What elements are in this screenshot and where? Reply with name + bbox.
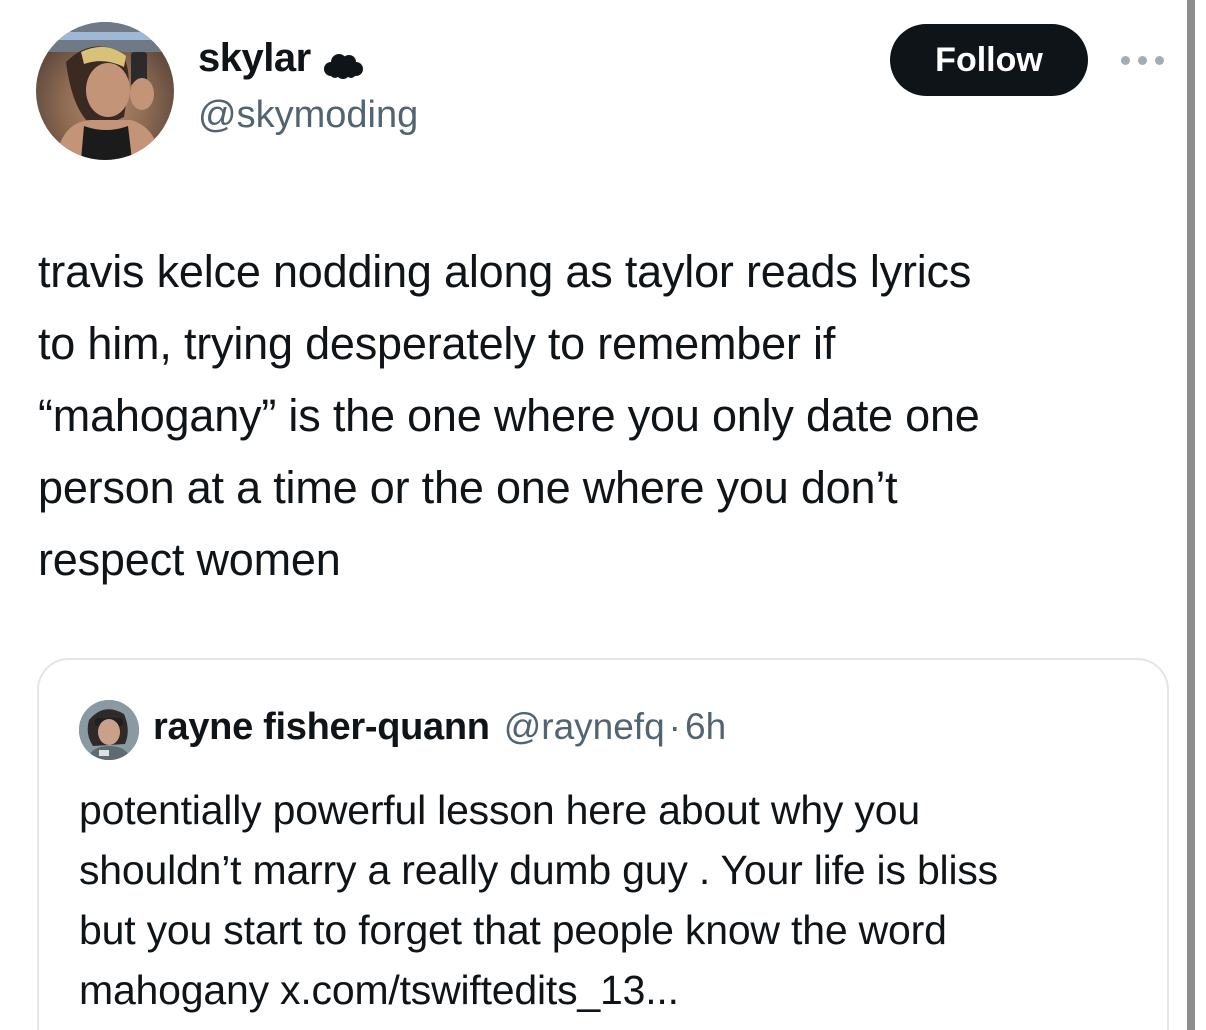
author-avatar[interactable] [36, 22, 174, 160]
quote-timestamp[interactable]: 6h [685, 706, 726, 748]
scrollbar[interactable] [1187, 0, 1195, 1030]
cloud-icon [321, 45, 365, 79]
author-name-row[interactable]: skylar [198, 36, 365, 81]
separator-dot: · [668, 706, 681, 747]
quote-author-avatar[interactable] [79, 700, 139, 760]
author-handle[interactable]: @skymoding [198, 94, 418, 137]
profile-photo [36, 22, 174, 160]
dot [1154, 55, 1164, 65]
dot [1137, 55, 1147, 65]
more-options-icon[interactable] [1116, 50, 1168, 70]
quote-text: potentially powerful lesson here about w… [79, 787, 998, 1013]
author-display-name[interactable]: skylar [198, 36, 311, 81]
quote-author-handle[interactable]: @raynefq [504, 706, 665, 748]
quote-author-name[interactable]: rayne fisher-quann [153, 706, 490, 749]
tweet-view: skylar @skymoding Follow travis kelce no… [0, 0, 1206, 1030]
follow-button[interactable]: Follow [890, 24, 1088, 96]
profile-photo [79, 700, 139, 760]
tweet-text: travis kelce nodding along as taylor rea… [38, 246, 980, 585]
quote-header: rayne fisher-quann @raynefq · 6h [153, 706, 726, 749]
quoted-tweet-card[interactable]: rayne fisher-quann @raynefq · 6h potenti… [37, 658, 1169, 1030]
dot [1120, 55, 1130, 65]
